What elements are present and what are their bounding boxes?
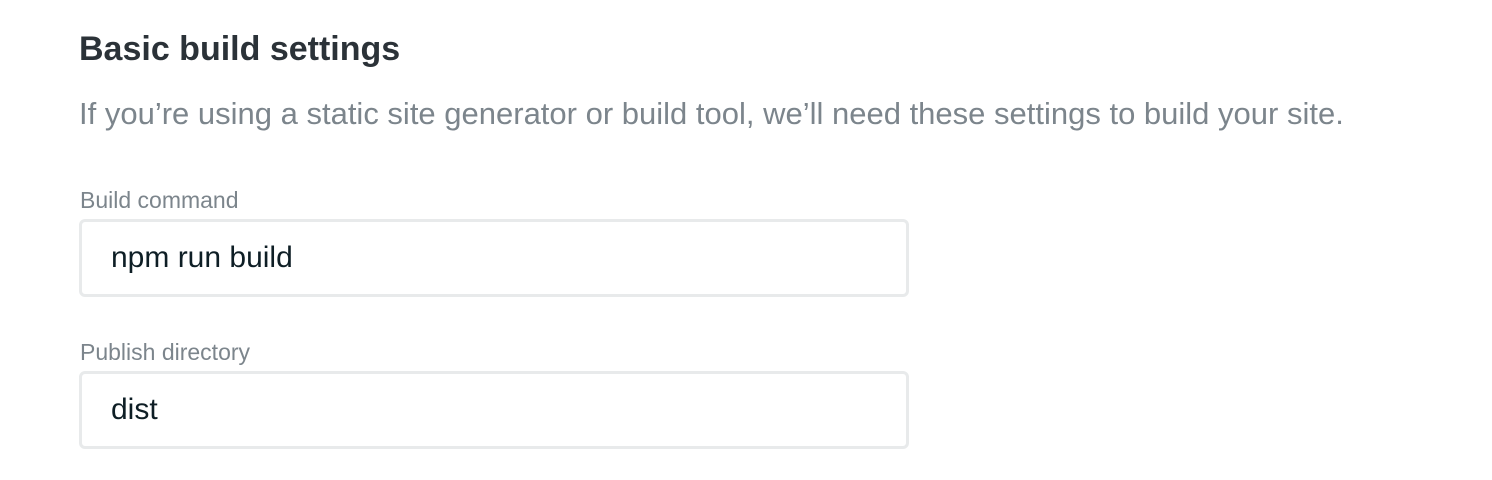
publish-directory-label: Publish directory — [80, 339, 251, 365]
build-command-input[interactable] — [79, 219, 909, 297]
build-command-label: Build command — [80, 187, 239, 213]
section-description: If you’re using a static site generator … — [79, 96, 1344, 131]
publish-directory-input[interactable] — [79, 371, 909, 449]
section-title: Basic build settings — [79, 30, 401, 68]
